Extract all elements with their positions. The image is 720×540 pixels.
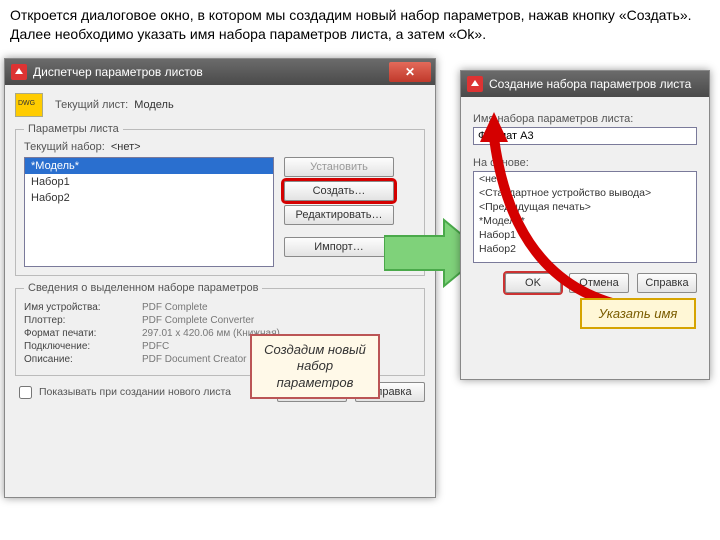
- plotter-label: Плоттер:: [24, 315, 134, 326]
- description-label: Описание:: [24, 354, 134, 365]
- list-item[interactable]: *Модель*: [25, 158, 273, 174]
- titlebar: Создание набора параметров листа: [461, 71, 709, 97]
- current-sheet-value: Модель: [134, 99, 173, 111]
- connection-label: Подключение:: [24, 341, 134, 352]
- callout-specify-name: Указать имя: [580, 298, 696, 329]
- app-icon: [467, 76, 483, 92]
- show-on-new-checkbox[interactable]: Показывать при создании нового листа: [15, 383, 269, 402]
- titlebar: Диспетчер параметров листов ✕: [5, 59, 435, 85]
- close-icon[interactable]: ✕: [389, 62, 431, 82]
- edit-button[interactable]: Редактировать…: [284, 205, 394, 225]
- app-icon: [11, 64, 27, 80]
- plotter-value: PDF Complete Converter: [142, 315, 254, 326]
- device-label: Имя устройства:: [24, 302, 134, 313]
- description-value: PDF Document Creator: [142, 354, 246, 365]
- device-value: PDF Complete: [142, 302, 208, 313]
- sheet-params-group: Параметры листа Текущий набор: <нет> *Мо…: [15, 123, 425, 276]
- selected-info-legend: Сведения о выделенном наборе параметров: [24, 282, 262, 294]
- figure-area: Диспетчер параметров листов ✕ Текущий ли…: [4, 58, 716, 536]
- page-setup-manager-dialog: Диспетчер параметров листов ✕ Текущий ли…: [4, 58, 436, 498]
- show-on-new-checkbox-input[interactable]: [19, 386, 32, 399]
- list-item[interactable]: Набор2: [25, 190, 273, 206]
- current-sheet-label: Текущий лист:: [55, 99, 128, 111]
- callout-create-new-set: Создадим новый набор параметров: [250, 334, 380, 399]
- window-title: Создание набора параметров листа: [489, 77, 691, 91]
- sheet-params-legend: Параметры листа: [24, 123, 123, 135]
- create-button[interactable]: Создать…: [284, 181, 394, 201]
- dwg-icon: [15, 93, 43, 117]
- instruction-text: Откроется диалоговое окно, в котором мы …: [0, 0, 720, 54]
- current-set-label: Текущий набор:: [24, 141, 105, 153]
- window-title: Диспетчер параметров листов: [33, 65, 203, 79]
- import-button[interactable]: Импорт…: [284, 237, 394, 257]
- show-on-new-label: Показывать при создании нового листа: [39, 386, 231, 398]
- page-setup-listbox[interactable]: *Модель* Набор1 Набор2: [24, 157, 274, 267]
- set-current-button[interactable]: Установить: [284, 157, 394, 177]
- format-label: Формат печати:: [24, 328, 134, 339]
- list-item[interactable]: Набор1: [25, 174, 273, 190]
- current-set-value: <нет>: [111, 141, 141, 153]
- connection-value: PDFC: [142, 341, 169, 352]
